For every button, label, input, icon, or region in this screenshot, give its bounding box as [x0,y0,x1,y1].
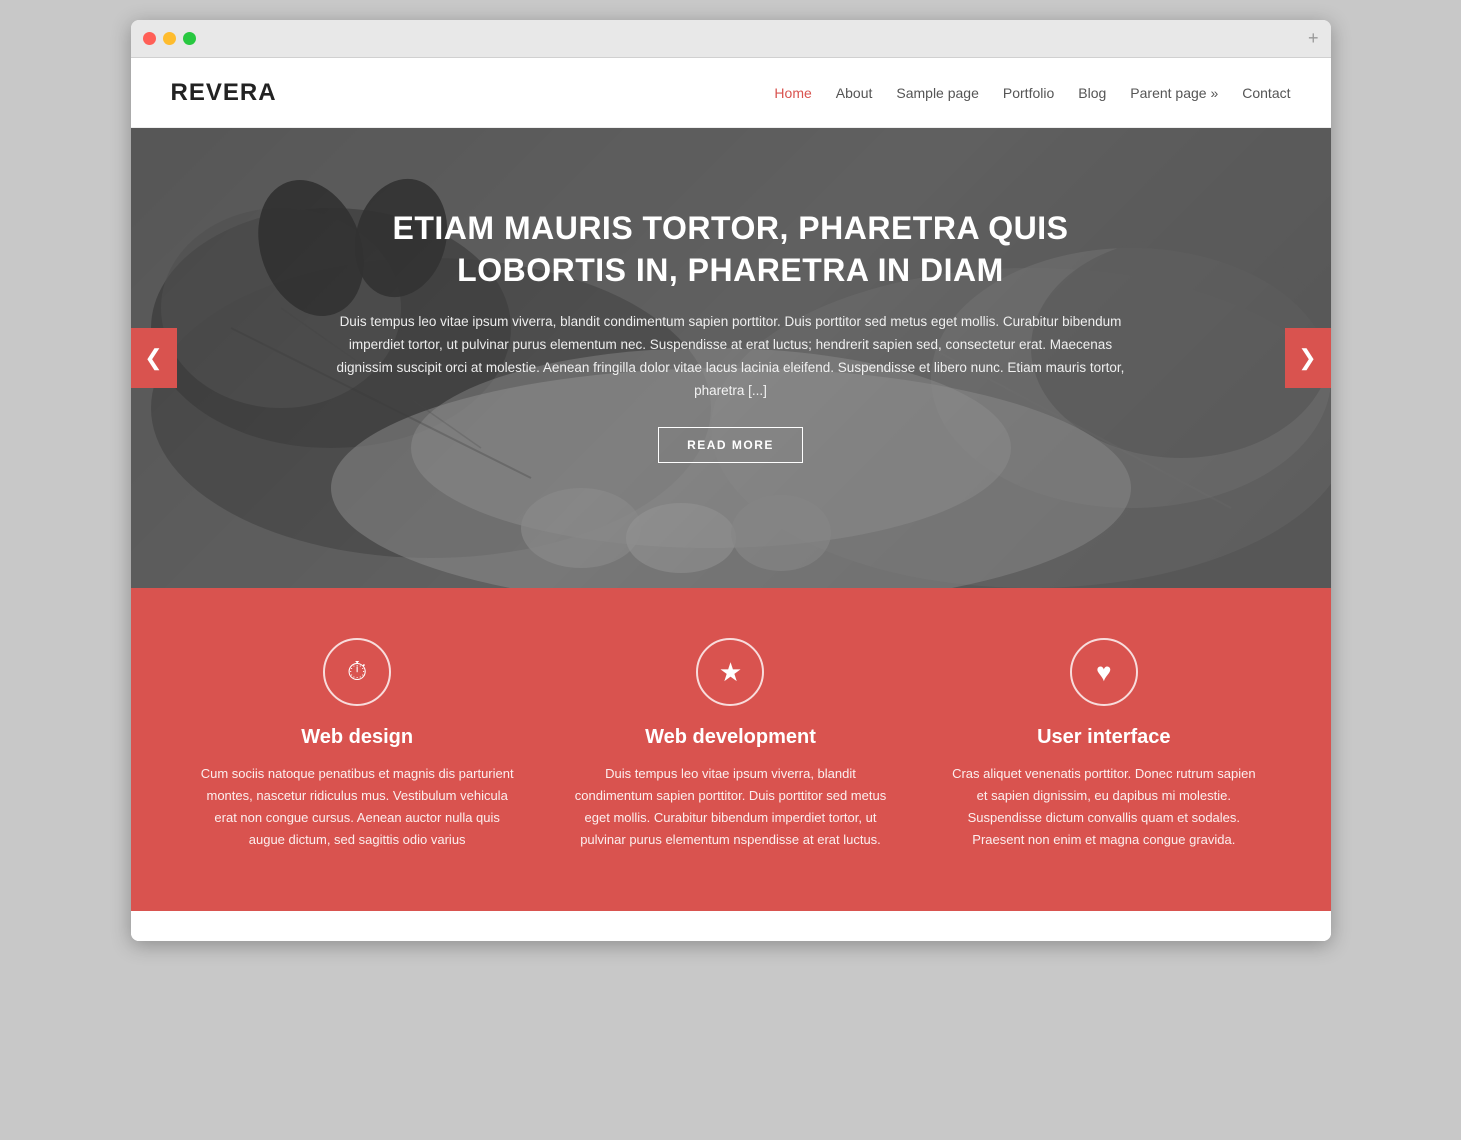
ui-icon: ♥ [1070,638,1138,706]
ui-title: User interface [947,726,1260,749]
read-more-button[interactable]: READ MORE [658,427,803,463]
chevron-left-icon: ❮ [144,345,162,371]
ui-desc: Cras aliquet venenatis porttitor. Donec … [947,763,1260,851]
feature-web-design: ⏱ Web design Cum sociis natoque penatibu… [171,638,544,851]
hero-title: ETIAM MAURIS TORTOR, PHARETRA QUIS LOBOR… [331,208,1131,291]
nav-contact[interactable]: Contact [1242,85,1290,101]
feature-web-development: ★ Web development Duis tempus leo vitae … [544,638,917,851]
feature-user-interface: ♥ User interface Cras aliquet venenatis … [917,638,1290,851]
nav-parent-page[interactable]: Parent page » [1130,85,1218,101]
features-section: ⏱ Web design Cum sociis natoque penatibu… [131,588,1331,911]
site-nav: Home About Sample page Portfolio Blog Pa… [774,85,1290,101]
browser-chrome: + [131,20,1331,58]
site-header: REVERA Home About Sample page Portfolio … [131,58,1331,128]
web-dev-icon: ★ [696,638,764,706]
hero-content: ETIAM MAURIS TORTOR, PHARETRA QUIS LOBOR… [131,128,1331,463]
web-design-icon: ⏱ [323,638,391,706]
minimize-button[interactable] [163,32,176,45]
close-button[interactable] [143,32,156,45]
site-logo: REVERA [171,79,277,107]
footer-strip [131,911,1331,941]
slider-prev-arrow[interactable]: ❮ [131,328,177,388]
hero-slider: ❮ ETIAM MAURIS TORTOR, PHARETRA QUIS LOB… [131,128,1331,588]
chevron-right-icon: ❯ [1298,345,1316,371]
hero-description: Duis tempus leo vitae ipsum viverra, bla… [331,311,1131,403]
nav-blog[interactable]: Blog [1078,85,1106,101]
nav-about[interactable]: About [836,85,873,101]
website-content: REVERA Home About Sample page Portfolio … [131,58,1331,941]
web-dev-desc: Duis tempus leo vitae ipsum viverra, bla… [574,763,887,851]
slider-next-arrow[interactable]: ❯ [1285,328,1331,388]
web-design-title: Web design [201,726,514,749]
browser-window: + REVERA Home About Sample page Portfoli… [131,20,1331,941]
maximize-button[interactable] [183,32,196,45]
nav-portfolio[interactable]: Portfolio [1003,85,1054,101]
nav-sample-page[interactable]: Sample page [896,85,979,101]
nav-home[interactable]: Home [774,85,811,101]
traffic-lights [143,32,196,45]
new-tab-icon[interactable]: + [1308,28,1319,49]
web-design-desc: Cum sociis natoque penatibus et magnis d… [201,763,514,851]
web-dev-title: Web development [574,726,887,749]
